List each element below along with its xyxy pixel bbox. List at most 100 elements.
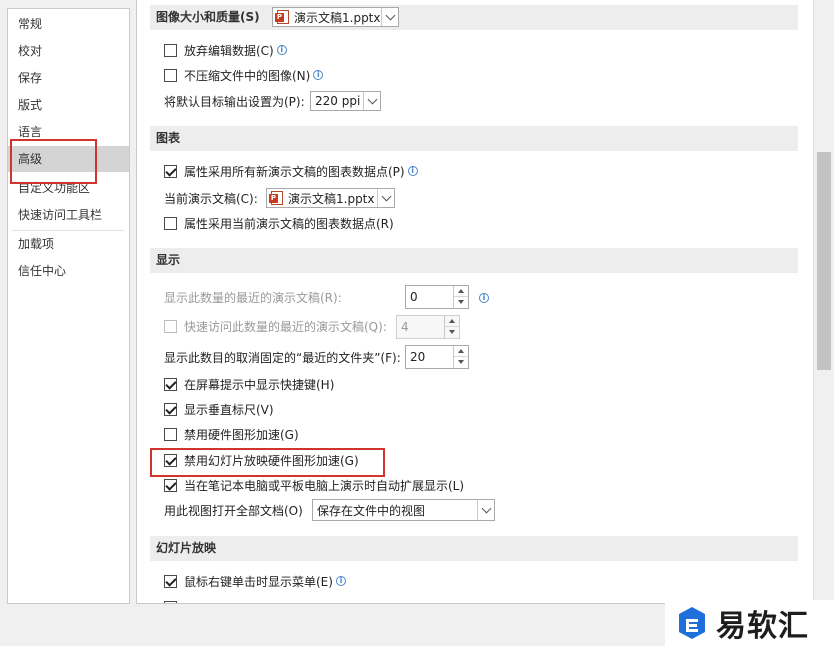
spinner-buttons[interactable] <box>453 346 468 368</box>
dropdown-value: 保存在文件中的视图 <box>317 503 426 518</box>
spinner-value: 20 <box>410 350 426 364</box>
vertical-ruler-option[interactable]: 显示垂直标尺(V) <box>164 398 274 420</box>
option-label: 显示垂直标尺(V) <box>184 402 274 417</box>
dropdown-value: 演示文稿1.pptx <box>294 10 381 25</box>
option-label: 放弃编辑数据(C) <box>184 43 274 58</box>
current-doc-dropdown[interactable]: 演示文稿1.pptx <box>266 188 395 208</box>
spin-up-icon[interactable] <box>454 346 468 357</box>
sidebar-item-typography[interactable]: 版式 <box>8 92 129 118</box>
sidebar-item-proofing[interactable]: 校对 <box>8 38 129 64</box>
watermark-text: 易软汇 <box>716 609 809 644</box>
option-label: 当在笔记本电脑或平板电脑上演示时自动扩展显示(L) <box>184 478 465 493</box>
quick-access-option[interactable]: 快速访问此数量的最近的演示文稿(Q): <box>164 315 387 337</box>
chevron-down-icon <box>477 500 494 520</box>
chevron-down-icon <box>377 189 394 207</box>
highlight-slideshow-accel <box>150 448 385 477</box>
new-docs-datapoints-option[interactable]: 属性采用所有新演示文稿的图表数据点(P) i <box>164 160 418 182</box>
recent-docs-spinner[interactable]: 0 <box>405 285 469 309</box>
pptx-file-icon <box>269 191 283 205</box>
info-icon: i <box>407 166 418 176</box>
section-chart: 图表 <box>150 126 798 151</box>
open-view-label: 用此视图打开全部文档(O) <box>164 499 303 521</box>
chevron-down-icon <box>381 8 398 26</box>
option-label: 在屏幕提示中显示快捷键(H) <box>184 377 335 392</box>
recent-folders-spinner[interactable]: 20 <box>405 345 469 369</box>
section-display: 显示 <box>150 248 798 273</box>
options-sidebar: 常规 校对 保存 版式 语言 高级 自定义功能区 快速访问工具栏 加载项 信任中… <box>7 8 130 604</box>
default-target-label: 将默认目标输出设置为(P): <box>164 90 305 112</box>
pptx-file-icon <box>275 10 289 24</box>
spin-up-icon[interactable] <box>454 286 468 297</box>
open-view-dropdown[interactable]: 保存在文件中的视图 <box>312 499 495 521</box>
sidebar-item-general[interactable]: 常规 <box>8 11 129 37</box>
cut-off-option[interactable] <box>164 596 184 603</box>
section-title: 图表 <box>156 131 181 145</box>
vertical-scrollbar[interactable] <box>813 0 834 603</box>
spin-down-icon[interactable] <box>454 357 468 368</box>
scrollbar-thumb[interactable] <box>817 152 831 370</box>
shortcut-keys-checkbox[interactable] <box>164 377 177 391</box>
default-target-dropdown[interactable]: 220 ppi <box>310 91 381 111</box>
spinner-value: 4 <box>401 320 409 334</box>
option-label: 属性采用所有新演示文稿的图表数据点(P) <box>184 164 405 179</box>
auto-extend-option[interactable]: 当在笔记本电脑或平板电脑上演示时自动扩展显示(L) <box>164 474 464 496</box>
brand-logo-icon <box>679 607 705 639</box>
new-docs-datapoints-checkbox[interactable] <box>164 164 177 178</box>
recent-folders-label: 显示此数目的取消固定的“最近的文件夹”(F): <box>164 346 401 368</box>
right-click-menu-checkbox[interactable] <box>164 574 177 588</box>
option-label: 属性采用当前演示文稿的图表数据点(R) <box>184 216 394 231</box>
quick-access-spinner[interactable]: 4 <box>396 315 460 339</box>
discard-edit-data-option[interactable]: 放弃编辑数据(C) i <box>164 39 287 61</box>
info-icon: i <box>276 45 287 55</box>
option-label: 快速访问此数量的最近的演示文稿(Q): <box>184 319 387 334</box>
spinner-value: 0 <box>410 290 418 304</box>
watermark-logo: 易软汇 <box>665 600 834 646</box>
sidebar-item-quick-access-toolbar[interactable]: 快速访问工具栏 <box>8 202 129 228</box>
label-text: 当前演示文稿(C): <box>164 191 258 206</box>
vertical-ruler-checkbox[interactable] <box>164 402 177 416</box>
dropdown-value: 220 ppi <box>315 94 361 108</box>
spinner-buttons[interactable] <box>444 316 459 338</box>
current-doc-label: 当前演示文稿(C): <box>164 187 258 209</box>
label-text: 显示此数目的取消固定的“最近的文件夹”(F): <box>164 350 401 365</box>
section-slideshow: 幻灯片放映 <box>150 536 798 561</box>
spin-up-icon[interactable] <box>445 316 459 327</box>
label-text: 将默认目标输出设置为(P): <box>164 94 305 109</box>
chevron-down-icon <box>363 92 380 110</box>
label-text: 用此视图打开全部文档(O) <box>164 503 303 518</box>
advanced-options-panel: 图像大小和质量(S) 演示文稿1.pptx 放弃编辑数据(C) i 不压缩文件中… <box>136 0 834 604</box>
no-compress-option[interactable]: 不压缩文件中的图像(N) i <box>164 64 324 86</box>
info-icon: i <box>335 576 346 586</box>
right-click-menu-option[interactable]: 鼠标右键单击时显示菜单(E) i <box>164 570 346 592</box>
sidebar-item-addins[interactable]: 加载项 <box>8 231 129 257</box>
label-text: 显示此数量的最近的演示文稿(R): <box>164 290 342 305</box>
option-label: 不压缩文件中的图像(N) <box>184 68 311 83</box>
no-compress-checkbox[interactable] <box>164 68 177 82</box>
image-file-dropdown[interactable]: 演示文稿1.pptx <box>272 7 399 27</box>
quick-access-checkbox[interactable] <box>164 319 177 333</box>
section-image-quality: 图像大小和质量(S) <box>150 5 798 30</box>
disable-hw-accel-option[interactable]: 禁用硬件图形加速(G) <box>164 423 299 445</box>
disable-hw-accel-checkbox[interactable] <box>164 427 177 441</box>
option-label: 禁用硬件图形加速(G) <box>184 427 299 442</box>
dropdown-value: 演示文稿1.pptx <box>288 191 375 206</box>
spinner-buttons[interactable] <box>453 286 468 308</box>
shortcut-keys-option[interactable]: 在屏幕提示中显示快捷键(H) <box>164 373 334 395</box>
spin-down-icon[interactable] <box>454 297 468 308</box>
option-label: 鼠标右键单击时显示菜单(E) <box>184 574 333 589</box>
info-icon: i <box>313 70 324 80</box>
section-title: 显示 <box>156 253 181 267</box>
section-title: 图像大小和质量(S) <box>156 10 260 24</box>
discard-edit-data-checkbox[interactable] <box>164 43 177 57</box>
section-title: 幻灯片放映 <box>156 541 217 555</box>
current-doc-datapoints-checkbox[interactable] <box>164 216 177 230</box>
sidebar-item-save[interactable]: 保存 <box>8 65 129 91</box>
current-doc-datapoints-option[interactable]: 属性采用当前演示文稿的图表数据点(R) <box>164 212 394 234</box>
spin-down-icon[interactable] <box>445 327 459 338</box>
sidebar-item-trust-center[interactable]: 信任中心 <box>8 258 129 284</box>
auto-extend-checkbox[interactable] <box>164 478 177 492</box>
recent-docs-label: 显示此数量的最近的演示文稿(R): <box>164 286 342 308</box>
highlight-advanced <box>10 139 97 184</box>
info-icon: i <box>479 293 489 303</box>
cut-off-checkbox[interactable] <box>164 600 177 603</box>
